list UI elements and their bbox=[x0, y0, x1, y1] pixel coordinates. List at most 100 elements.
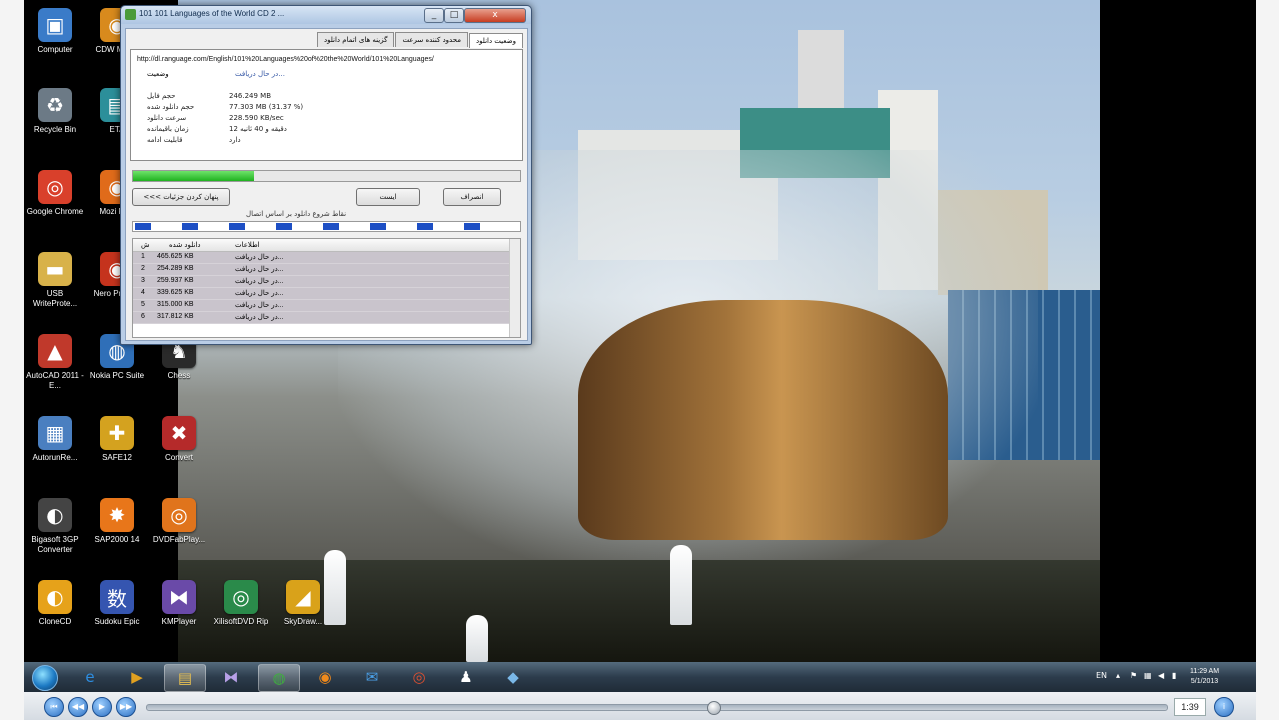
cancel-button[interactable]: انصراف bbox=[443, 188, 501, 206]
app-icon[interactable]: ◆ bbox=[493, 664, 533, 690]
language-indicator[interactable]: EN bbox=[1096, 671, 1107, 680]
autocad-icon: ▲ bbox=[38, 334, 72, 368]
wallpaper-black-area bbox=[1100, 0, 1256, 662]
tab-download-status[interactable]: وضعیت دانلود bbox=[469, 33, 523, 48]
maximize-button[interactable]: □ bbox=[444, 8, 464, 23]
desktop-icon[interactable]: ◐ Bigasoft 3GP Converter bbox=[24, 498, 86, 555]
info-speed: سرعت دانلود 228.590 KB/sec bbox=[147, 114, 284, 122]
info-icon[interactable]: i bbox=[1214, 697, 1234, 717]
flag-icon[interactable]: ⚑ bbox=[1130, 671, 1137, 680]
seek-thumb[interactable] bbox=[707, 701, 722, 715]
desktop-icon[interactable]: ◐ CloneCD bbox=[24, 580, 86, 627]
table-row[interactable]: 4 339.625 KB در حال دریافت... bbox=[133, 288, 520, 300]
desktop-icon[interactable]: ⧓ KMPlayer bbox=[148, 580, 210, 627]
table-row[interactable]: 5 315.000 KB در حال دریافت... bbox=[133, 300, 520, 312]
chrome-icon[interactable]: ◎ bbox=[399, 664, 439, 690]
segments-bar bbox=[132, 221, 521, 232]
table-row[interactable]: 1 465.625 KB در حال دریافت... bbox=[133, 252, 520, 264]
rewind-icon[interactable]: ◀◀ bbox=[68, 697, 88, 717]
power-icon[interactable]: ▮ bbox=[1172, 671, 1176, 680]
desktop-icon[interactable]: ▬ USB WriteProte... bbox=[24, 252, 86, 309]
desktop-icon[interactable]: ✚ SAFE12 bbox=[86, 416, 148, 463]
list-header: ش دانلود شده اطلاعات bbox=[133, 239, 520, 252]
tab-speed-limiter[interactable]: محدود کننده سرعت bbox=[395, 32, 469, 47]
hide-details-button[interactable]: <<< پنهان کردن جزئیات bbox=[132, 188, 230, 206]
media-player-icon[interactable]: ▶ bbox=[117, 664, 157, 690]
column-info[interactable]: اطلاعات bbox=[235, 241, 260, 249]
cell-size: 339.625 KB bbox=[157, 289, 194, 296]
pause-button[interactable]: ایست bbox=[356, 188, 420, 206]
segment-marker bbox=[370, 223, 386, 230]
volume-icon[interactable]: ◀ bbox=[1158, 671, 1164, 680]
tab-completion-options[interactable]: گزینه های اتمام دانلود bbox=[316, 32, 395, 47]
desktop-icon[interactable]: ◎ DVDFabPlay... bbox=[148, 498, 210, 545]
start-button[interactable] bbox=[32, 665, 58, 691]
kmplayer-icon[interactable]: ⧓ bbox=[211, 664, 251, 690]
tux-icon[interactable]: ♟ bbox=[446, 664, 486, 690]
desktop-icon[interactable]: ◢ SkyDraw... bbox=[272, 580, 334, 627]
explorer-icon[interactable]: ▤ bbox=[164, 664, 206, 692]
skydraw-icon: ◢ bbox=[286, 580, 320, 614]
desktop-icon-label: AutoCAD 2011 - E... bbox=[26, 371, 84, 390]
segment-marker bbox=[135, 223, 151, 230]
play-icon[interactable]: ▶ bbox=[92, 697, 112, 717]
autorun-icon: ▦ bbox=[38, 416, 72, 450]
desktop-icon[interactable]: ✖ Convert bbox=[148, 416, 210, 463]
cell-size: 259.937 KB bbox=[157, 277, 194, 284]
cell-size: 465.625 KB bbox=[157, 253, 194, 260]
desktop-icon-label: DVDFabPlay... bbox=[152, 535, 206, 544]
close-button[interactable]: x bbox=[464, 8, 526, 23]
cell-n: 5 bbox=[141, 301, 145, 308]
ie-icon[interactable]: e bbox=[70, 664, 110, 690]
window-titlebar[interactable]: 101 101 Languages of the World CD 2 ... … bbox=[121, 6, 531, 24]
info-label: سرعت دانلود bbox=[147, 114, 187, 122]
video-player-bar: ⏮ ◀◀ ▶ ▶▶ 1:39 i bbox=[24, 692, 1256, 720]
wallpaper-water-jet bbox=[670, 545, 692, 625]
table-row[interactable]: 3 259.937 KB در حال دریافت... bbox=[133, 276, 520, 288]
safe-icon: ✚ bbox=[100, 416, 134, 450]
fast-forward-icon[interactable]: ▶▶ bbox=[116, 697, 136, 717]
cell-n: 3 bbox=[141, 277, 145, 284]
table-row[interactable]: 2 254.289 KB در حال دریافت... bbox=[133, 264, 520, 276]
desktop-icon[interactable]: ◎ Google Chrome bbox=[24, 170, 86, 217]
segments-caption: نقاط شروع دانلود بر اساس اتصال bbox=[246, 210, 347, 218]
desktop-icon[interactable]: ▦ AutorunRe... bbox=[24, 416, 86, 463]
cell-n: 4 bbox=[141, 289, 145, 296]
tray-arrow-icon[interactable]: ▴ bbox=[1116, 671, 1120, 680]
status-panel: http://dl.ranguage.com/English/101%20Lan… bbox=[130, 49, 523, 161]
info-label: حجم دانلود شده bbox=[147, 103, 195, 111]
desktop-icon[interactable]: ◎ XilisoftDVD Rip bbox=[210, 580, 272, 627]
table-row[interactable]: 6 317.812 KB در حال دریافت... bbox=[133, 312, 520, 324]
desktop-icon[interactable]: ▲ AutoCAD 2011 - E... bbox=[24, 334, 86, 391]
column-downloaded[interactable]: دانلود شده bbox=[169, 241, 201, 249]
converter-icon: ✖ bbox=[162, 416, 196, 450]
wallpaper-tank bbox=[798, 30, 844, 110]
list-scrollbar[interactable] bbox=[509, 239, 520, 337]
network-icon[interactable]: ▦ bbox=[1144, 671, 1152, 680]
desktop-icon[interactable]: ♻ Recycle Bin bbox=[24, 88, 86, 135]
progress-fill bbox=[133, 171, 255, 181]
download-window[interactable]: 101 101 Languages of the World CD 2 ... … bbox=[120, 5, 532, 345]
desktop-icon[interactable]: ▣ Computer bbox=[24, 8, 86, 55]
firefox-icon[interactable]: ◉ bbox=[305, 664, 345, 690]
clock[interactable]: 11:29 AM 5/1/2013 bbox=[1190, 667, 1219, 687]
info-label: قابلیت ادامه bbox=[147, 136, 183, 144]
taskbar: e ▶ ▤ ⧓ ◍ ◉ ✉ ◎ ♟ ◆ EN ▴ ⚑ ▦ ◀ ▮ 11:29 AM 5/1/201… bbox=[24, 662, 1256, 692]
cell-n: 6 bbox=[141, 313, 145, 320]
cell-size: 317.812 KB bbox=[157, 313, 194, 320]
desktop-icon[interactable]: 数 Sudoku Epic bbox=[86, 580, 148, 627]
connections-list[interactable]: ش دانلود شده اطلاعات 1 465.625 KB در حال د… bbox=[132, 238, 521, 338]
minimize-button[interactable]: _ bbox=[424, 8, 444, 23]
download-progress-bar bbox=[132, 170, 521, 182]
messenger-icon[interactable]: ✉ bbox=[352, 664, 392, 690]
cell-info: در حال دریافت... bbox=[235, 290, 284, 297]
globe-icon[interactable]: ◍ bbox=[258, 664, 300, 692]
column-number[interactable]: ش bbox=[141, 241, 150, 249]
desktop-icon[interactable]: ✸ SAP2000 14 bbox=[86, 498, 148, 545]
info-label: زمان باقیمانده bbox=[147, 125, 189, 133]
segment-marker bbox=[229, 223, 245, 230]
info-value: 246.249 MB bbox=[229, 92, 272, 100]
desktop-icon-label: Bigasoft 3GP Converter bbox=[31, 535, 79, 554]
seek-bar[interactable] bbox=[146, 701, 1168, 715]
previous-icon[interactable]: ⏮ bbox=[44, 697, 64, 717]
